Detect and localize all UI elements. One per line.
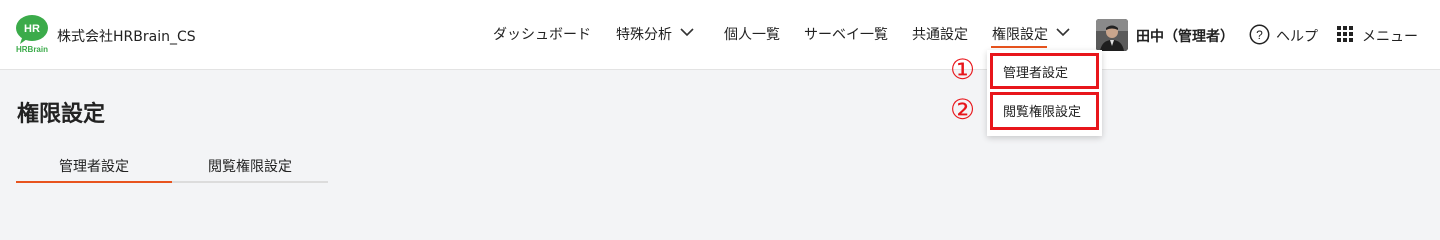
help-icon[interactable]: ? bbox=[1249, 24, 1270, 45]
nav-item-special-analysis[interactable]: 特殊分析 bbox=[616, 24, 672, 44]
user-photo-icon bbox=[1096, 19, 1128, 51]
user-name[interactable]: 田中（管理者） bbox=[1136, 26, 1234, 46]
nav-item-survey-list[interactable]: サーベイ一覧 bbox=[804, 24, 888, 44]
chevron-down-icon[interactable] bbox=[680, 27, 694, 37]
nav-active-indicator bbox=[991, 46, 1047, 48]
tab-view-permission-settings[interactable]: 閲覧権限設定 bbox=[208, 156, 292, 176]
dropdown-item-view-permission-settings[interactable]: 閲覧権限設定 bbox=[990, 92, 1099, 130]
annotation-marker-2: ② bbox=[950, 93, 976, 126]
dropdown-item-admin-settings[interactable]: 管理者設定 bbox=[990, 53, 1099, 89]
nav-item-common-settings[interactable]: 共通設定 bbox=[912, 24, 968, 44]
nav-item-dashboard[interactable]: ダッシュボード bbox=[493, 24, 591, 44]
page-title: 権限設定 bbox=[17, 102, 106, 127]
tab-admin-settings[interactable]: 管理者設定 bbox=[59, 156, 129, 176]
annotation-marker-1: ① bbox=[950, 53, 976, 86]
company-name: 株式会社HRBrain_CS bbox=[57, 29, 196, 45]
avatar[interactable] bbox=[1096, 19, 1128, 51]
hrbrain-logo[interactable]: HR HRBrain bbox=[14, 14, 50, 54]
help-link[interactable]: ヘルプ bbox=[1276, 26, 1318, 46]
svg-text:HR: HR bbox=[24, 23, 40, 35]
grid-menu-icon[interactable] bbox=[1337, 26, 1353, 42]
tab-active-indicator bbox=[16, 181, 172, 183]
nav-item-individual-list[interactable]: 個人一覧 bbox=[724, 24, 780, 44]
svg-text:HRBrain: HRBrain bbox=[16, 45, 48, 54]
top-header: HR HRBrain 株式会社HRBrain_CS ダッシュボード 特殊分析 個… bbox=[0, 0, 1440, 70]
chevron-down-icon[interactable] bbox=[1056, 27, 1070, 37]
svg-text:?: ? bbox=[1256, 28, 1263, 42]
nav-item-permission-settings[interactable]: 権限設定 bbox=[992, 24, 1048, 44]
menu-link[interactable]: メニュー bbox=[1362, 26, 1418, 46]
